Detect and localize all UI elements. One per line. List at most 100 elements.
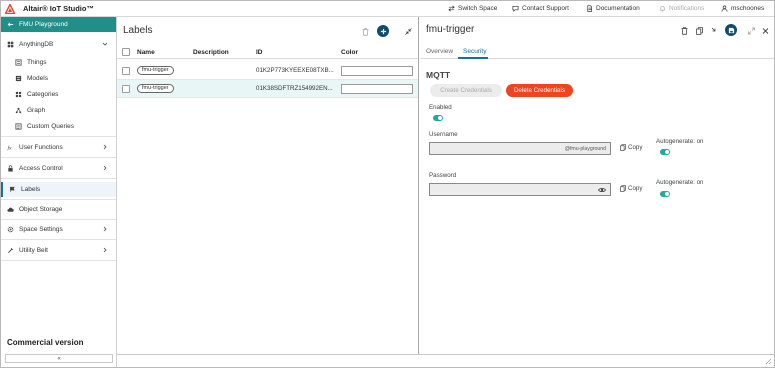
sidebar-item-label: Access Control <box>19 165 63 172</box>
row-checkbox[interactable] <box>122 67 130 75</box>
sidebar-item-graph[interactable]: Graph <box>1 103 116 118</box>
table-row[interactable]: fmu-trigger 01K2P773KYEEXE08TXB... <box>117 62 418 80</box>
sidebar-item-label: Custom Queries <box>27 123 74 130</box>
table-header: Name Description ID Color <box>117 45 418 59</box>
color-field[interactable] <box>341 66 413 76</box>
page-title: Labels <box>123 25 153 36</box>
copy-label: Copy <box>628 185 643 192</box>
chevron-right-icon <box>103 226 107 232</box>
label-icon <box>9 186 16 193</box>
sidebar-item-models[interactable]: Models <box>1 71 116 86</box>
documentation-label: Documentation <box>596 5 640 12</box>
notifications-button[interactable]: Notifications <box>659 5 704 12</box>
username-field[interactable]: @fmu-playground <box>429 142 611 155</box>
create-credentials-button[interactable]: Create Credentials <box>430 84 502 97</box>
column-name[interactable]: Name <box>137 49 155 56</box>
sidebar-item-label: User Functions <box>19 144 63 151</box>
sidebar-item-user-functions[interactable]: fx User Functions <box>1 140 116 155</box>
expand-icon[interactable] <box>748 27 755 35</box>
add-label-button[interactable] <box>377 25 389 37</box>
save-button[interactable] <box>725 24 737 36</box>
cloud-icon <box>7 206 14 213</box>
sidebar-item-label: Object Storage <box>19 206 63 213</box>
query-icon <box>15 123 22 130</box>
active-tab-indicator <box>458 57 488 59</box>
column-id[interactable]: ID <box>256 49 263 56</box>
contact-support-button[interactable]: Contact Support <box>512 5 569 12</box>
mqtt-section-title: MQTT <box>426 70 451 80</box>
sidebar-item-labels[interactable]: Labels <box>1 182 116 197</box>
sidebar-item-anythingdb[interactable]: AnythingDB <box>1 37 116 52</box>
contact-support-label: Contact Support <box>522 5 569 12</box>
chevron-right-icon <box>103 165 107 171</box>
settings-icon <box>7 226 14 233</box>
collapse-sidebar-button[interactable]: « <box>5 354 113 363</box>
divider <box>1 157 116 158</box>
database-icon <box>7 41 14 48</box>
trash-icon[interactable] <box>362 28 369 36</box>
enabled-toggle[interactable] <box>433 115 443 121</box>
user-menu-button[interactable]: mschoones <box>721 5 764 12</box>
current-space-label: FMU Playground <box>19 21 68 28</box>
user-icon <box>721 5 728 12</box>
switch-space-button[interactable]: Switch Space <box>448 5 497 12</box>
commercial-version-label: Commercial version <box>7 338 84 347</box>
current-space-item[interactable]: FMU Playground <box>1 17 116 32</box>
plus-icon <box>380 28 386 34</box>
divider <box>1 219 116 220</box>
delete-credentials-button[interactable]: Delete Credentials <box>506 84 573 97</box>
username-autogenerate-toggle[interactable] <box>660 149 670 155</box>
sidebar-item-label: Labels <box>21 186 41 193</box>
sidebar-item-space-settings[interactable]: Space Settings <box>1 222 116 237</box>
things-icon <box>15 59 22 66</box>
chevron-right-icon <box>103 247 107 253</box>
documentation-button[interactable]: Documentation <box>586 5 640 12</box>
column-color[interactable]: Color <box>341 49 358 56</box>
divider <box>1 199 116 200</box>
collapse-panel-icon[interactable] <box>405 28 412 35</box>
sidebar-item-utility-belt[interactable]: Utility Belt <box>1 243 116 258</box>
svg-text:fx: fx <box>7 145 12 151</box>
sidebar-item-access-control[interactable]: Access Control <box>1 161 116 176</box>
label-chip: fmu-trigger <box>137 84 174 93</box>
save-icon <box>728 27 734 33</box>
detail-panel: fmu-trigger Overview Security MQTT Creat… <box>420 17 774 354</box>
sidebar-item-label: Things <box>27 59 47 66</box>
tab-security[interactable]: Security <box>463 48 486 55</box>
copy-icon[interactable] <box>696 27 703 35</box>
copy-password-button[interactable]: Copy <box>620 185 642 192</box>
password-autogenerate-toggle[interactable] <box>660 191 670 197</box>
sidebar-item-object-storage[interactable]: Object Storage <box>1 202 116 217</box>
bottom-divider <box>117 354 774 355</box>
column-description[interactable]: Description <box>193 49 229 56</box>
sidebar-item-things[interactable]: Things <box>1 55 116 70</box>
close-icon[interactable] <box>762 27 769 35</box>
username-suffix: @fmu-playground <box>564 146 606 152</box>
shrink-icon[interactable] <box>711 27 718 35</box>
table-row[interactable]: fmu-trigger 01K38SDFTRZ154992EN... <box>117 80 418 98</box>
notifications-label: Notifications <box>669 5 705 12</box>
password-field[interactable] <box>429 183 611 196</box>
color-field[interactable] <box>341 84 413 94</box>
graph-icon <box>15 107 22 114</box>
row-checkbox[interactable] <box>122 85 130 93</box>
resize-handle[interactable] <box>764 357 772 365</box>
sidebar-item-label: Categories <box>27 91 59 98</box>
copy-username-button[interactable]: Copy <box>620 144 642 151</box>
bell-icon <box>660 6 665 12</box>
sidebar-item-label: Space Settings <box>19 226 63 233</box>
trash-icon[interactable] <box>681 27 688 35</box>
divider <box>1 178 116 179</box>
switch-icon <box>448 5 455 12</box>
sidebar-item-custom-queries[interactable]: Custom Queries <box>1 119 116 134</box>
sidebar-item-label: Utility Belt <box>19 247 48 254</box>
divider <box>1 239 116 240</box>
eye-icon[interactable] <box>598 187 606 193</box>
labels-panel: Labels Name Description ID Color fmu-tri… <box>117 17 419 354</box>
sidebar-item-categories[interactable]: Categories <box>1 87 116 102</box>
divider <box>1 260 116 261</box>
arrow-left-icon <box>7 22 14 27</box>
select-all-checkbox[interactable] <box>122 48 130 56</box>
tab-overview[interactable]: Overview <box>426 48 453 55</box>
top-bar: Altair® IoT Studio™ Switch Space Contact… <box>1 1 774 17</box>
